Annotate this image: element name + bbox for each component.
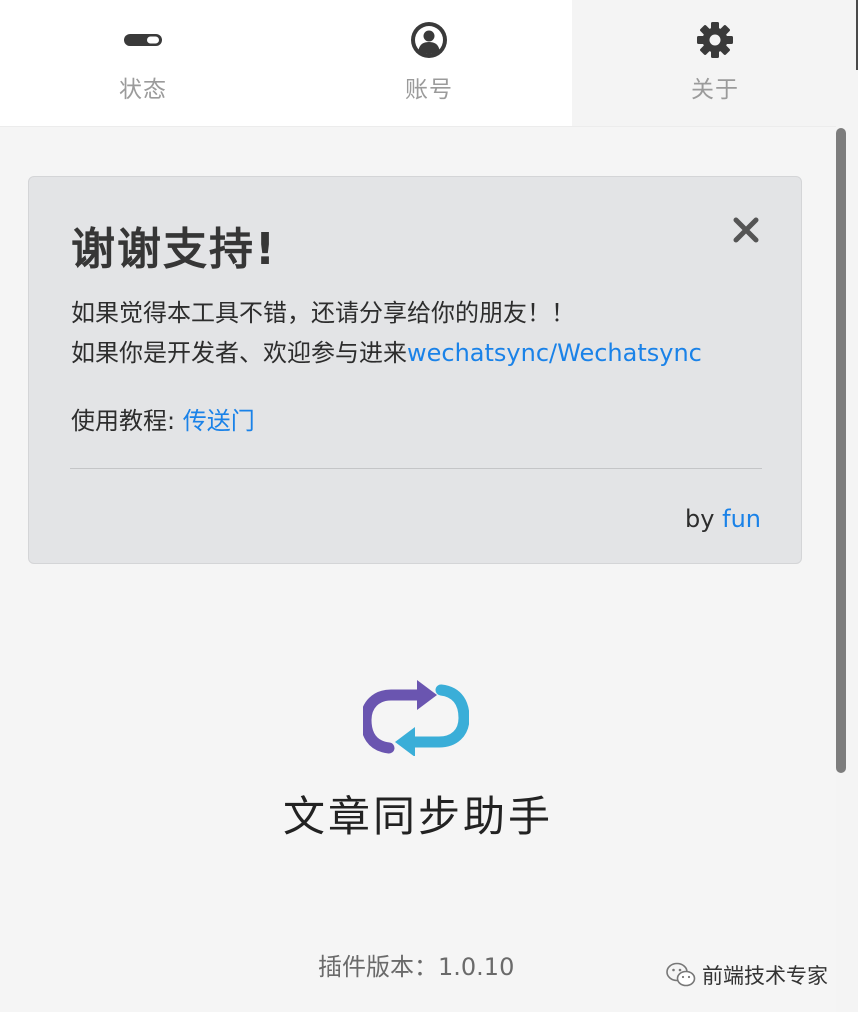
alert-title: 谢谢支持! [71,224,278,275]
wechat-icon [666,962,696,987]
tab-bar: 状态 账号 关于 [0,0,858,126]
alert-share-text: 如果觉得本工具不错，还请分享给你的朋友！！ [71,299,575,327]
tab-account[interactable]: 账号 [286,0,572,126]
author-line: by fun [685,505,761,533]
tab-status[interactable]: 状态 [0,0,286,126]
alert-divider [70,468,762,469]
scrollbar-thumb[interactable] [836,128,846,773]
close-icon[interactable] [731,215,761,245]
alert-developer-text: 如果你是开发者、欢迎参与进来 [71,339,407,367]
tab-account-label: 账号 [405,77,453,103]
github-repo-link[interactable]: wechatsync/Wechatsync [407,339,702,367]
gear-icon [695,18,735,62]
user-circle-icon [409,18,449,62]
tab-about-label: 关于 [691,77,739,103]
toggle-icon [123,18,163,62]
watermark: 前端技术专家 [666,958,828,992]
tutorial-link[interactable]: 传送门 [183,407,255,435]
about-page: 状态 账号 关于 谢谢支持! 如果觉得本工具不错，还请分享给你的朋友！！ 如果你… [0,0,858,1012]
plugin-version: 插件版本：1.0.10 [318,953,515,981]
sync-arrows-icon [360,678,470,757]
tab-divider [0,126,836,127]
thanks-alert: 谢谢支持! 如果觉得本工具不错，还请分享给你的朋友！！ 如果你是开发者、欢迎参与… [28,176,802,564]
tab-about[interactable]: 关于 [572,0,858,126]
author-link[interactable]: fun [722,505,761,533]
alert-tutorial-line: 使用教程: 传送门 [71,401,255,436]
app-name: 文章同步助手 [282,792,553,841]
watermark-text: 前端技术专家 [702,964,828,988]
tab-status-label: 状态 [119,77,167,103]
author-prefix: by [685,505,723,533]
tutorial-label: 使用教程: [71,407,183,435]
alert-developer-line: 如果你是开发者、欢迎参与进来wechatsync/Wechatsync [71,333,702,368]
